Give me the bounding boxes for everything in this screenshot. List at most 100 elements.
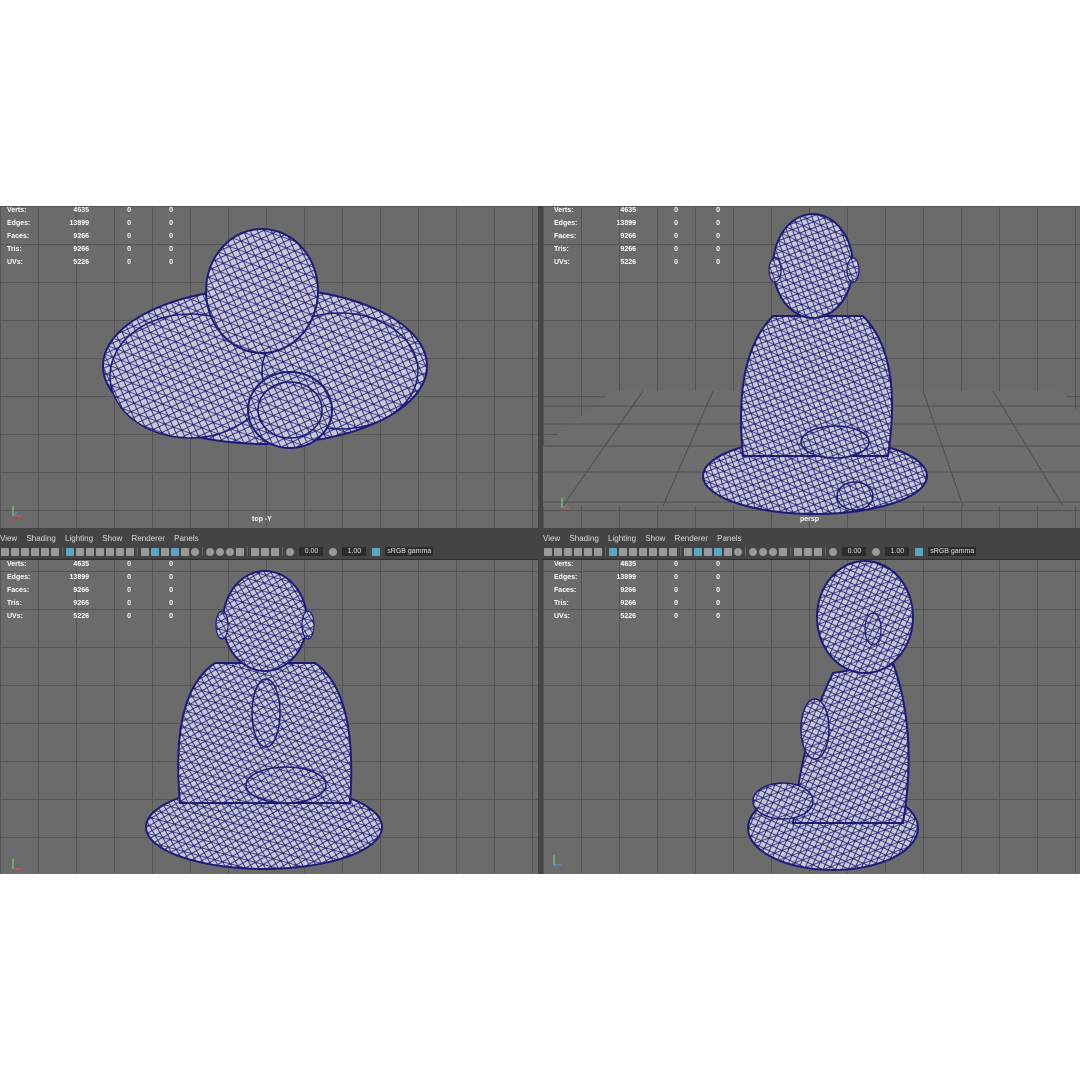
- hud-row-verts: Verts: 4635 0 0: [554, 207, 720, 214]
- menu-lighting[interactable]: Lighting: [608, 534, 636, 543]
- menu-shading[interactable]: Shading: [26, 534, 55, 543]
- xray-icon[interactable]: [261, 548, 269, 556]
- menu-renderer[interactable]: Renderer: [132, 534, 165, 543]
- film-gate-icon[interactable]: [76, 548, 84, 556]
- hud-row-uvs: UVs: 5226 0 0: [7, 259, 173, 266]
- hud-row-edges: Edges: 13899 0 0: [554, 220, 720, 227]
- safe-title-icon[interactable]: [126, 548, 134, 556]
- bookmark-icon[interactable]: [564, 548, 572, 556]
- depth-of-field-icon[interactable]: [236, 548, 244, 556]
- color-space-dropdown[interactable]: sRGB gamma: [928, 547, 977, 556]
- textured-icon[interactable]: [171, 548, 179, 556]
- menu-panels[interactable]: Panels: [717, 534, 741, 543]
- hud-row-uvs: UVs: 5226 0 0: [554, 259, 720, 266]
- color-management-icon[interactable]: [371, 548, 380, 556]
- xray-joints-icon[interactable]: [814, 548, 822, 556]
- hud-row-tris: Tris: 9266 0 0: [554, 600, 720, 607]
- motion-blur-icon[interactable]: [216, 548, 224, 556]
- anti-aliasing-icon[interactable]: [769, 548, 777, 556]
- poly-count-hud-front: Verts: 4635 0 0 Edges: 13899 0 0 Faces: 9266 0 0 …: [7, 558, 177, 623]
- exposure-field[interactable]: 0.00: [842, 547, 867, 556]
- resolution-gate-icon[interactable]: [629, 548, 637, 556]
- depth-of-field-icon[interactable]: [779, 548, 787, 556]
- poly-count-hud-side: Verts: 4635 0 0 Edges: 13899 0 0 Faces: 9266 0 0 …: [554, 558, 724, 623]
- axis-gizmo-icon: [561, 498, 570, 509]
- safe-action-icon[interactable]: [659, 548, 667, 556]
- hud-row-faces: Faces: 9266 0 0: [554, 587, 720, 594]
- lighting-icon[interactable]: [724, 548, 732, 556]
- field-chart-icon[interactable]: [649, 548, 657, 556]
- hud-row-faces: Faces: 9266 0 0: [7, 587, 173, 594]
- grease-pencil-icon[interactable]: [594, 548, 602, 556]
- hud-row-edges: Edges: 13899 0 0: [7, 220, 173, 227]
- hud-row-tris: Tris: 9266 0 0: [7, 246, 173, 253]
- camera-icon[interactable]: [1, 548, 9, 556]
- gamma-icon: [328, 548, 337, 556]
- smooth-shading-icon[interactable]: [694, 548, 702, 556]
- smooth-shading-icon[interactable]: [151, 548, 159, 556]
- gate-mask-icon[interactable]: [96, 548, 104, 556]
- wireframe-shading-icon[interactable]: [684, 548, 692, 556]
- poly-count-hud-top: Verts: 4635 0 0 Edges: 13899 0 0 Faces: 9266 0 0 …: [7, 206, 177, 269]
- 2d-pan-zoom-icon[interactable]: [41, 548, 49, 556]
- color-management-icon[interactable]: [914, 548, 923, 556]
- bookmark-icon[interactable]: [21, 548, 29, 556]
- grid-icon[interactable]: [609, 548, 617, 556]
- hud-row-edges: Edges: 13899 0 0: [7, 574, 173, 581]
- wireframe-shading-icon[interactable]: [141, 548, 149, 556]
- hud-row-uvs: UVs: 5226 0 0: [554, 613, 720, 620]
- shadow-icon[interactable]: [734, 548, 742, 556]
- menu-view[interactable]: View: [543, 534, 560, 543]
- safe-action-icon[interactable]: [116, 548, 124, 556]
- hud-row-uvs: UVs: 5226 0 0: [7, 613, 173, 620]
- menu-show[interactable]: Show: [645, 534, 665, 543]
- xray-joints-icon[interactable]: [271, 548, 279, 556]
- camera-attributes-icon[interactable]: [11, 548, 19, 556]
- gamma-field[interactable]: 1.00: [342, 547, 367, 556]
- hud-row-verts: Verts: 4635 0 0: [554, 561, 720, 568]
- ambient-occlusion-icon[interactable]: [206, 548, 214, 556]
- menu-show[interactable]: Show: [102, 534, 122, 543]
- axis-gizmo-icon: [12, 506, 21, 517]
- gate-mask-icon[interactable]: [639, 548, 647, 556]
- gamma-icon: [871, 548, 880, 556]
- grease-pencil-icon[interactable]: [51, 548, 59, 556]
- isolate-icon[interactable]: [794, 548, 802, 556]
- exposure-field[interactable]: 0.00: [299, 547, 324, 556]
- menu-lighting[interactable]: Lighting: [65, 534, 93, 543]
- gamma-field[interactable]: 1.00: [885, 547, 910, 556]
- lighting-icon[interactable]: [181, 548, 189, 556]
- isolate-icon[interactable]: [251, 548, 259, 556]
- field-chart-icon[interactable]: [106, 548, 114, 556]
- hud-row-faces: Faces: 9266 0 0: [7, 233, 173, 240]
- film-gate-icon[interactable]: [619, 548, 627, 556]
- 2d-pan-zoom-icon[interactable]: [584, 548, 592, 556]
- grid-icon[interactable]: [66, 548, 74, 556]
- hud-row-faces: Faces: 9266 0 0: [554, 233, 720, 240]
- ambient-occlusion-icon[interactable]: [749, 548, 757, 556]
- axis-gizmo-icon: [12, 859, 21, 870]
- shadow-icon[interactable]: [191, 548, 199, 556]
- camera-label-persp: persp: [800, 516, 820, 523]
- menu-renderer[interactable]: Renderer: [675, 534, 708, 543]
- menu-shading[interactable]: Shading: [569, 534, 598, 543]
- resolution-gate-icon[interactable]: [86, 548, 94, 556]
- camera-attributes-icon[interactable]: [554, 548, 562, 556]
- xray-icon[interactable]: [804, 548, 812, 556]
- image-plane-icon[interactable]: [31, 548, 39, 556]
- hud-row-verts: Verts: 4635 0 0: [7, 561, 173, 568]
- motion-blur-icon[interactable]: [759, 548, 767, 556]
- image-plane-icon[interactable]: [574, 548, 582, 556]
- wireframe-on-shaded-icon[interactable]: [161, 548, 169, 556]
- color-space-dropdown[interactable]: sRGB gamma: [385, 547, 434, 556]
- wireframe-on-shaded-icon[interactable]: [704, 548, 712, 556]
- safe-title-icon[interactable]: [669, 548, 677, 556]
- exposure-icon: [829, 548, 837, 556]
- textured-icon[interactable]: [714, 548, 722, 556]
- anti-aliasing-icon[interactable]: [226, 548, 234, 556]
- viewport-menubar: View Shading Lighting Show Renderer Pane…: [543, 533, 1080, 545]
- menu-panels[interactable]: Panels: [174, 534, 198, 543]
- exposure-icon: [286, 548, 294, 556]
- camera-icon[interactable]: [544, 548, 552, 556]
- menu-view[interactable]: View: [0, 534, 17, 543]
